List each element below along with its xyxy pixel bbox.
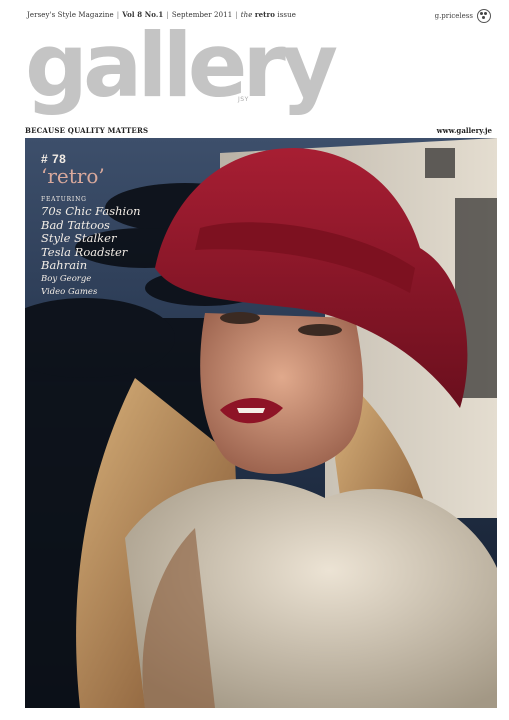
- building-window: [425, 148, 455, 178]
- masthead-title: gallery: [25, 14, 338, 117]
- featuring-label: FEATURING: [41, 196, 87, 203]
- left-eye: [220, 312, 260, 324]
- masthead-suffix: JSY: [238, 96, 249, 103]
- feature-item: Tesla Roadster: [41, 244, 128, 259]
- feature-item: Bahrain: [41, 258, 88, 272]
- issue-theme: ‘retro’: [41, 164, 105, 188]
- right-eye: [298, 324, 342, 336]
- feature-list: 70s Chic Fashion Bad Tattoos Style Stalk…: [41, 204, 141, 299]
- priceless-logo-icon: [477, 9, 491, 23]
- face: [200, 313, 364, 475]
- coverlines: # 78 ‘retro’ FEATURING 70s Chic Fashion …: [41, 152, 141, 299]
- priceless-badge: g.priceless: [435, 9, 491, 23]
- feature-item: Bad Tattoos: [41, 217, 110, 232]
- website-link[interactable]: www.gallery.je: [437, 126, 492, 135]
- feature-item: Style Stalker: [41, 231, 117, 245]
- teeth: [237, 408, 265, 413]
- feature-item-small: Video Games: [41, 286, 98, 297]
- feature-item: 70s Chic Fashion: [41, 204, 141, 218]
- tagline: BECAUSE QUALITY MATTERS: [25, 126, 149, 135]
- feature-item-small: Boy George: [41, 273, 92, 284]
- priceless-text: g.priceless: [434, 12, 473, 20]
